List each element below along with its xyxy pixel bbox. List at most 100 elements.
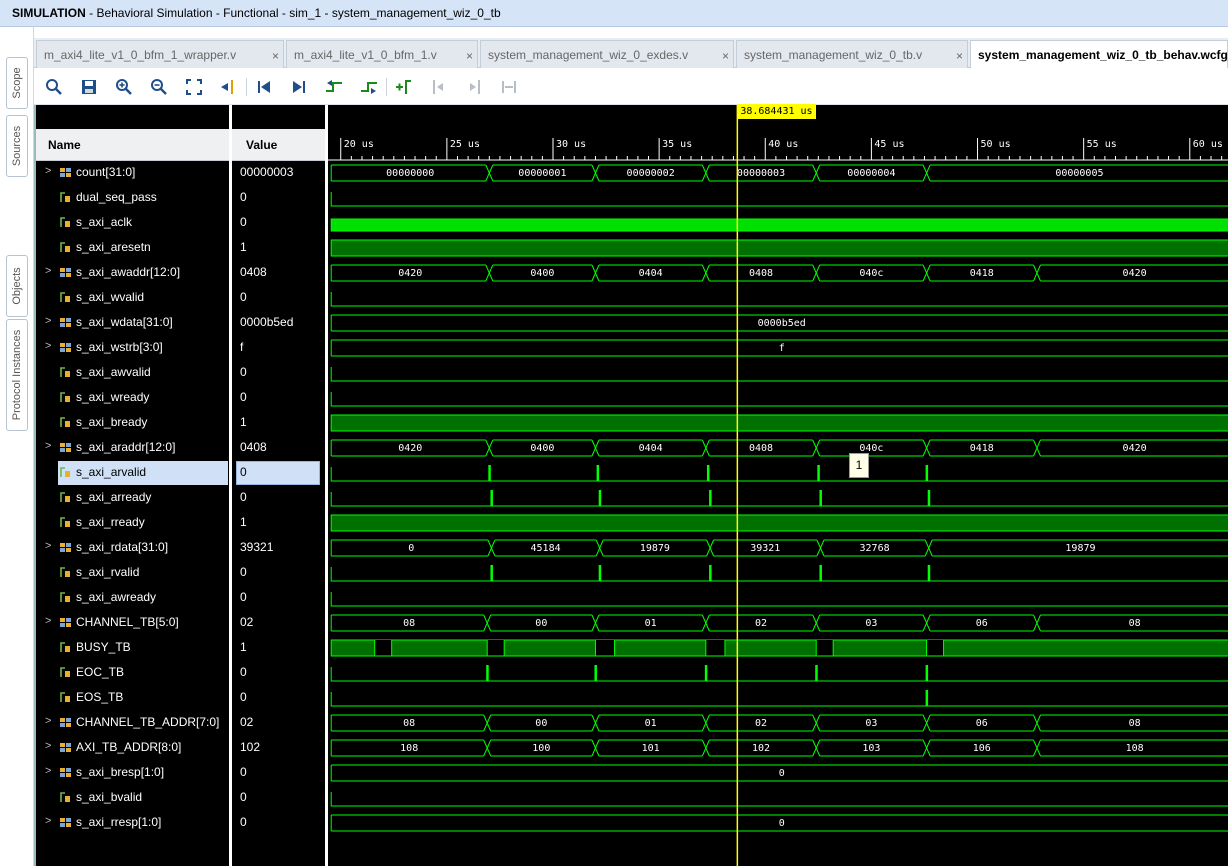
tab-wrapper-v[interactable]: m_axi4_lite_v1_0_bfm_1_wrapper.v × [36,40,284,68]
name-column-header[interactable]: Name [34,129,229,161]
signal-row[interactable]: > s_axi_araddr[12:0] [34,435,229,460]
expand-chevron-icon[interactable]: > [45,540,51,552]
value-row[interactable]: 02 [232,610,325,635]
value-row[interactable]: 0 [232,585,325,610]
close-icon[interactable]: × [956,49,963,63]
cursor-time-label[interactable]: 38.684431 us [737,104,816,119]
signal-row[interactable]: s_axi_awvalid [34,360,229,385]
expand-chevron-icon[interactable]: > [45,265,51,277]
value-row[interactable]: 0 [232,685,325,710]
signal-name: s_axi_awvalid [76,365,151,379]
previous-marker-icon[interactable] [429,77,449,97]
signal-row[interactable]: > s_axi_awaddr[12:0] [34,260,229,285]
signal-row[interactable]: s_axi_awready [34,585,229,610]
signal-row[interactable]: > CHANNEL_TB[5:0] [34,610,229,635]
signal-row[interactable]: > s_axi_bresp[1:0] [34,760,229,785]
zoom-fit-icon[interactable] [184,77,204,97]
signal-row[interactable]: s_axi_aclk [34,210,229,235]
expand-chevron-icon[interactable]: > [45,340,51,352]
value-row[interactable]: 0 [232,210,325,235]
go-to-cursor-icon[interactable] [219,77,239,97]
value-row[interactable]: 1 [232,635,325,660]
go-to-end-icon[interactable] [289,77,309,97]
close-icon[interactable]: × [466,49,473,63]
expand-chevron-icon[interactable]: > [45,765,51,777]
signal-row[interactable]: s_axi_rready [34,510,229,535]
previous-transition-icon[interactable] [324,77,344,97]
tab-bfm-v[interactable]: m_axi4_lite_v1_0_bfm_1.v × [286,40,478,68]
next-transition-icon[interactable] [359,77,379,97]
swap-cursors-icon[interactable] [499,77,519,97]
expand-chevron-icon[interactable]: > [45,315,51,327]
signal-row[interactable]: > s_axi_rdata[31:0] [34,535,229,560]
expand-chevron-icon[interactable]: > [45,615,51,627]
value-row[interactable]: 0 [232,360,325,385]
value-row[interactable]: 0 [232,660,325,685]
signal-row[interactable]: s_axi_wready [34,385,229,410]
value-row[interactable]: 1 [232,235,325,260]
signal-row[interactable]: s_axi_arready [34,485,229,510]
go-to-start-icon[interactable] [254,77,274,97]
value-row[interactable]: 102 [232,735,325,760]
signal-row[interactable]: EOC_TB [34,660,229,685]
value-column-header[interactable]: Value [232,129,325,161]
bus-value: 45184 [531,543,561,554]
tab-wcfg[interactable]: system_management_wiz_0_tb_behav.wcfg [970,40,1228,69]
close-icon[interactable]: × [722,49,729,63]
value-row[interactable]: 0 [232,460,325,485]
signal-row[interactable]: > count[31:0] [34,160,229,185]
value-row[interactable]: f [232,335,325,360]
value-row[interactable]: 0 [232,560,325,585]
save-icon[interactable] [79,77,99,97]
signal-row[interactable]: EOS_TB [34,685,229,710]
value-row[interactable]: 1 [232,510,325,535]
side-tab-protocol-instances[interactable]: Protocol Instances [6,319,28,431]
value-row[interactable]: 0 [232,485,325,510]
signal-row[interactable]: s_axi_aresetn [34,235,229,260]
side-tab-scope[interactable]: Scope [6,57,28,109]
close-icon[interactable]: × [272,49,279,63]
value-row[interactable]: 0 [232,285,325,310]
expand-chevron-icon[interactable]: > [45,740,51,752]
signal-row[interactable]: > s_axi_rresp[1:0] [34,810,229,835]
add-marker-icon[interactable] [394,77,414,97]
value-row[interactable]: 0 [232,760,325,785]
bit-signal-icon [60,392,70,402]
value-row[interactable]: 00000003 [232,160,325,185]
value-row[interactable]: 0 [232,785,325,810]
expand-chevron-icon[interactable]: > [45,715,51,727]
value-row[interactable]: 1 [232,410,325,435]
signal-row[interactable]: s_axi_bvalid [34,785,229,810]
signal-row[interactable]: s_axi_rvalid [34,560,229,585]
side-tab-objects[interactable]: Objects [6,255,28,317]
zoom-out-icon[interactable] [149,77,169,97]
signal-row[interactable]: BUSY_TB [34,635,229,660]
value-row[interactable]: 0 [232,385,325,410]
expand-chevron-icon[interactable]: > [45,815,51,827]
search-icon[interactable] [44,77,64,97]
value-row[interactable]: 0 [232,810,325,835]
signal-row[interactable]: dual_seq_pass [34,185,229,210]
signal-row[interactable]: > CHANNEL_TB_ADDR[7:0] [34,710,229,735]
value-row[interactable]: 0408 [232,260,325,285]
signal-row[interactable]: > AXI_TB_ADDR[8:0] [34,735,229,760]
title-rest: - Behavioral Simulation - Functional - s… [85,6,501,20]
side-tab-sources[interactable]: Sources [6,115,28,177]
value-row[interactable]: 0408 [232,435,325,460]
zoom-in-icon[interactable] [114,77,134,97]
next-marker-icon[interactable] [464,77,484,97]
signal-row[interactable]: s_axi_arvalid [34,460,229,485]
waveform-canvas[interactable]: 20 us 25 us 30 us 35 us 40 us 45 us 50 us 55 us… [328,105,1228,866]
expand-chevron-icon[interactable]: > [45,440,51,452]
value-row[interactable]: 02 [232,710,325,735]
signal-row[interactable]: s_axi_bready [34,410,229,435]
value-row[interactable]: 39321 [232,535,325,560]
value-row[interactable]: 0 [232,185,325,210]
tab-exdes-v[interactable]: system_management_wiz_0_exdes.v × [480,40,734,68]
signal-row[interactable]: s_axi_wvalid [34,285,229,310]
tab-tb-v[interactable]: system_management_wiz_0_tb.v × [736,40,968,68]
signal-row[interactable]: > s_axi_wdata[31:0] [34,310,229,335]
signal-row[interactable]: > s_axi_wstrb[3:0] [34,335,229,360]
value-row[interactable]: 0000b5ed [232,310,325,335]
expand-chevron-icon[interactable]: > [45,165,51,177]
